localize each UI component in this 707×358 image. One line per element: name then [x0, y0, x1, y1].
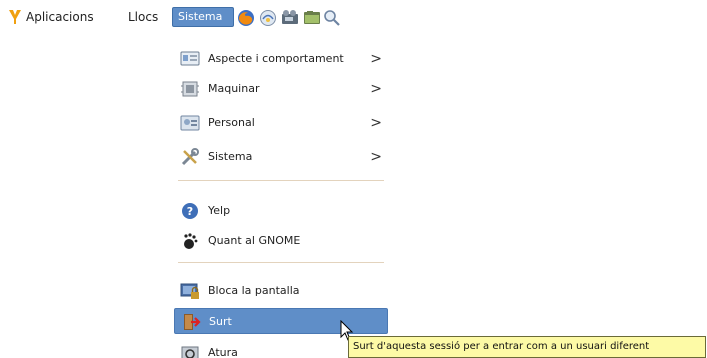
lock-screen-icon: [180, 283, 199, 299]
gnome-logo-icon[interactable]: [7, 8, 23, 26]
menu-item-label: Sistema: [208, 150, 253, 163]
menu-item-lock-screen[interactable]: Bloca la pantalla: [174, 278, 388, 304]
gnome-foot-icon: [184, 233, 198, 249]
menu-item-label: Atura: [208, 346, 238, 358]
firefox-icon[interactable]: [236, 9, 256, 27]
menu-item-help[interactable]: ? Yelp: [174, 198, 388, 224]
system-dropdown-menu: Aspecte i comportament > Maquinar > Pers…: [170, 30, 392, 358]
file-manager-icon[interactable]: [302, 9, 322, 27]
search-icon[interactable]: [322, 9, 342, 27]
tooltip: Surt d'aquesta sessió per a entrar com a…: [348, 336, 706, 358]
media-player-icon[interactable]: [280, 9, 300, 27]
personal-icon: [180, 115, 200, 131]
menu-item-label: Personal: [208, 116, 255, 129]
shutdown-icon: [181, 346, 199, 358]
system-menu-label: Sistema: [178, 10, 223, 23]
hardware-icon: [181, 81, 199, 97]
submenu-arrow-icon: >: [370, 81, 382, 97]
menu-separator: [178, 180, 384, 181]
submenu-arrow-icon: >: [370, 149, 382, 165]
logout-icon: [184, 314, 201, 330]
svg-text:?: ?: [187, 205, 193, 218]
menu-item-label: Bloca la pantalla: [208, 284, 300, 297]
menu-item-about-gnome[interactable]: Quant al GNOME: [174, 228, 388, 254]
menu-item-label: Aspecte i comportament: [208, 52, 344, 65]
menu-item-personal[interactable]: Personal >: [174, 110, 388, 136]
applications-menu[interactable]: Aplicacions: [26, 8, 94, 26]
menu-separator: [178, 262, 384, 263]
places-menu[interactable]: Llocs: [128, 8, 158, 26]
menu-item-label: Surt: [209, 315, 232, 328]
menu-item-hardware[interactable]: Maquinar >: [174, 76, 388, 102]
help-icon: ?: [182, 203, 198, 219]
menu-item-label: Maquinar: [208, 82, 260, 95]
submenu-arrow-icon: >: [370, 115, 382, 131]
tooltip-text: Surt d'aquesta sessió per a entrar com a…: [353, 341, 650, 352]
mail-client-icon[interactable]: [258, 9, 278, 27]
top-panel: Aplicacions Llocs Sistema: [0, 0, 360, 30]
system-tools-icon: [181, 148, 199, 166]
submenu-arrow-icon: >: [370, 51, 382, 67]
system-menu[interactable]: Sistema: [172, 7, 234, 27]
appearance-icon: [180, 51, 200, 66]
menu-item-appearance[interactable]: Aspecte i comportament >: [174, 46, 388, 72]
menu-item-system[interactable]: Sistema >: [174, 144, 388, 170]
menu-item-label: Yelp: [208, 204, 231, 217]
menu-item-label: Quant al GNOME: [208, 234, 301, 247]
